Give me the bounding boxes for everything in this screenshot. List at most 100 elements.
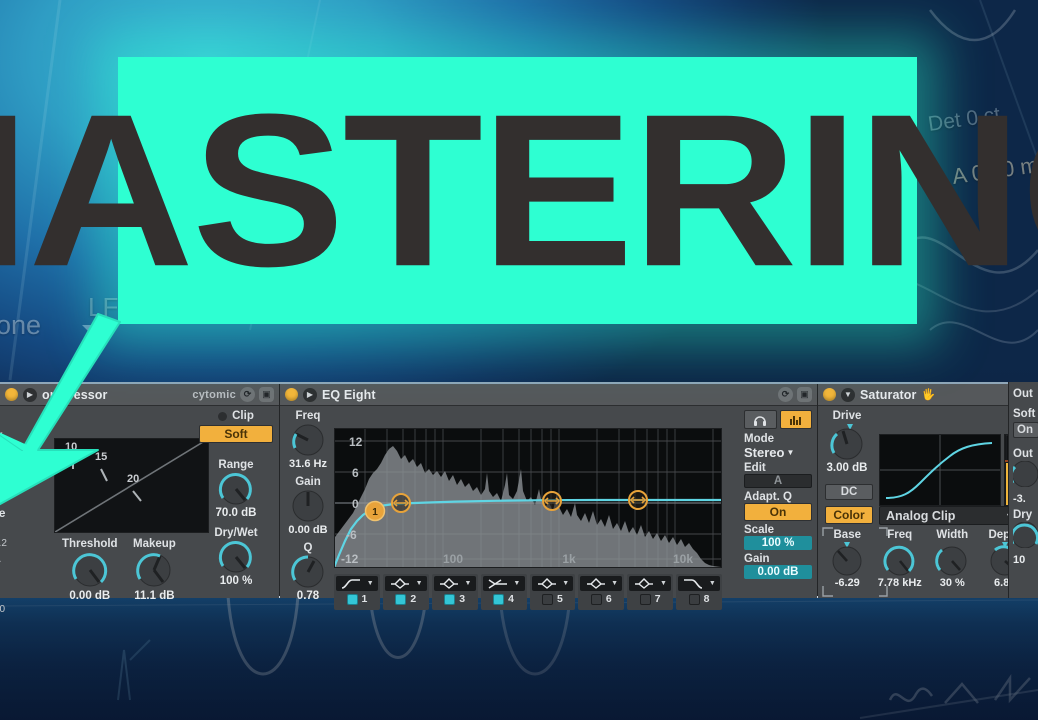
eq-freq-control[interactable]: Freq 31.6 Hz (284, 410, 332, 470)
drywet-knob[interactable] (217, 540, 255, 574)
eq-band-5-toggle[interactable] (542, 593, 554, 605)
headphones-icon[interactable] (744, 410, 777, 429)
color-section-bracket (822, 527, 888, 597)
eq-band-1-type[interactable]: ▼ (336, 576, 378, 591)
eq-band-6-toggle[interactable] (590, 593, 602, 605)
makeup-knob[interactable] (134, 551, 174, 589)
threshold-value: 0.00 dB (69, 590, 111, 602)
chevron-down-icon[interactable]: ▼ (611, 580, 618, 587)
drive-value: 3.00 dB (826, 462, 868, 474)
eq-band-4-toggle[interactable] (493, 593, 505, 605)
eq-band-8-toggle[interactable] (688, 593, 700, 605)
eq-band-7[interactable]: ▼ 7 (627, 574, 674, 610)
eq-scale-value[interactable]: 100 % (744, 536, 812, 550)
eq-band-3-type[interactable]: ▼ (433, 576, 476, 591)
eq-mode-select[interactable]: Stereo ▼ (744, 445, 812, 460)
eq-power-led[interactable] (285, 388, 298, 401)
drywet-control[interactable]: Dry/Wet 100 % (199, 527, 273, 587)
out-knob-value: -3. (1013, 493, 1026, 505)
eq-band-6[interactable]: ▼ 6 (578, 574, 625, 610)
eq-gain-out-value[interactable]: 0.00 dB (744, 565, 812, 579)
bell-icon (537, 578, 556, 589)
spectrum-icon[interactable] (779, 410, 812, 429)
eq-band-3[interactable]: ▼ 3 (431, 574, 478, 610)
eq-band-4-number: 4 (508, 593, 514, 605)
eq-save-icon[interactable]: ▣ (797, 387, 812, 402)
saturator-transfer-graph[interactable] (879, 434, 1001, 506)
eq-refresh-icon[interactable]: ⟳ (778, 387, 793, 402)
eq-band-2[interactable]: ▼ 2 (382, 574, 429, 610)
range-knob[interactable] (217, 472, 255, 506)
dc-button[interactable]: DC (825, 484, 873, 500)
drive-knob[interactable] (825, 423, 869, 461)
chevron-down-icon[interactable]: ▼ (709, 580, 716, 587)
chevron-down-icon[interactable]: ▼ (786, 448, 794, 457)
out-knob[interactable] (1009, 460, 1038, 488)
eq-band-6-type[interactable]: ▼ (580, 576, 623, 591)
eq-band-7-type[interactable]: ▼ (629, 576, 672, 591)
eq-band-4[interactable]: ▼ 4 (480, 574, 527, 610)
saturator-collapse-icon[interactable]: ▼ (841, 387, 855, 402)
makeup-control[interactable]: Makeup 11.1 dB (133, 538, 176, 602)
eq-band-4-type[interactable]: ▼ (482, 576, 525, 591)
save-icon[interactable]: ▣ (259, 387, 274, 402)
eq-band-5[interactable]: ▼ 5 (529, 574, 576, 610)
eq-ytick-6: 6 (352, 466, 359, 480)
saturator-header: ▼ Saturator 🖐 (818, 384, 1037, 406)
highpass-icon (342, 579, 361, 589)
eq-freq-knob[interactable] (288, 423, 328, 457)
clip-row[interactable]: Clip (199, 410, 273, 422)
device-saturator[interactable]: ▼ Saturator 🖐 Drive 3.00 dB DC Color Ana… (818, 384, 1038, 598)
eq-header: ▶ EQ Eight ⟳ ▣ (280, 384, 817, 406)
eq-band-3-toggle[interactable] (444, 593, 456, 605)
eq-band-1[interactable]: ▼ 1 (334, 574, 380, 610)
device-eq-eight[interactable]: ▶ EQ Eight ⟳ ▣ Freq 31.6 Hz Gain 0.00 dB… (280, 384, 818, 610)
waveshaper-value: Analog Clip (886, 508, 956, 523)
chevron-down-icon[interactable]: ▼ (367, 580, 374, 587)
eq-band-8[interactable]: ▼ 8 (676, 574, 722, 610)
range-control[interactable]: Range 70.0 dB (199, 459, 273, 519)
saturator-title: Saturator (860, 387, 917, 402)
clip-mode-button[interactable]: Soft (199, 425, 273, 443)
eq-q-control[interactable]: Q 0.78 (284, 542, 332, 602)
chevron-down-icon[interactable]: ▼ (562, 580, 569, 587)
chevron-down-icon[interactable]: ▼ (464, 580, 471, 587)
color-button[interactable]: Color (825, 506, 873, 524)
waveshaper-select[interactable]: Analog Clip ▼ (879, 506, 1021, 525)
eq-band-2-type[interactable]: ▼ (384, 576, 427, 591)
eq-left-controls: Freq 31.6 Hz Gain 0.00 dB Q 0.78 (284, 410, 332, 602)
eq-band-5-number: 5 (557, 593, 563, 605)
clip-led[interactable] (218, 411, 228, 421)
eq-ytick-neg6: -6 (346, 528, 357, 542)
threshold-control[interactable]: Threshold 0.00 dB (62, 538, 118, 602)
eq-q-knob[interactable] (288, 555, 328, 589)
chevron-down-icon[interactable]: ▼ (660, 580, 667, 587)
saturator-output-section: Out Soft On Out -3. Dry 10 (1008, 382, 1038, 598)
eq-band-7-toggle[interactable] (639, 593, 651, 605)
eq-q-label: Q (303, 542, 313, 554)
eq-xtick-100: 100 (443, 552, 463, 566)
eq-band-8-type[interactable]: ▼ (678, 576, 720, 591)
eq-response-graph[interactable]: 1 12 6 0 -6 -12 100 1k 10k (329, 428, 722, 576)
drywet-value: 100 % (219, 575, 253, 587)
chevron-down-icon[interactable]: ▼ (513, 580, 520, 587)
eq-edit-value[interactable]: A (744, 474, 812, 488)
eq-band-1-toggle[interactable] (346, 593, 358, 605)
eq-collapse-icon[interactable]: ▶ (303, 387, 317, 402)
bell-icon (439, 578, 458, 589)
saturator-power-led[interactable] (823, 388, 836, 401)
eq-band-2-toggle[interactable] (395, 593, 407, 605)
chevron-down-icon[interactable]: ▼ (416, 580, 423, 587)
eq-band-strip: ▼ 1 ▼ 2 ▼ 3 ▼ 4 ▼ 5 ▼ 6 ▼ 7 ▼ 8 (334, 574, 722, 610)
soft-clip-toggle[interactable]: On (1013, 422, 1038, 438)
eq-band-5-type[interactable]: ▼ (531, 576, 574, 591)
eq-gain-control[interactable]: Gain 0.00 dB (284, 476, 332, 536)
sat-drywet-knob[interactable] (1010, 521, 1038, 549)
threshold-knob[interactable] (70, 551, 110, 589)
refresh-icon[interactable]: ⟳ (240, 387, 255, 402)
eq-gain-knob[interactable] (288, 489, 328, 523)
eq-adaptq-toggle[interactable]: On (744, 503, 812, 521)
eq-body: Freq 31.6 Hz Gain 0.00 dB Q 0.78 1 12 6 … (280, 406, 817, 610)
lowpass-icon (684, 579, 703, 589)
drive-control[interactable]: Drive 3.00 dB (825, 410, 869, 474)
